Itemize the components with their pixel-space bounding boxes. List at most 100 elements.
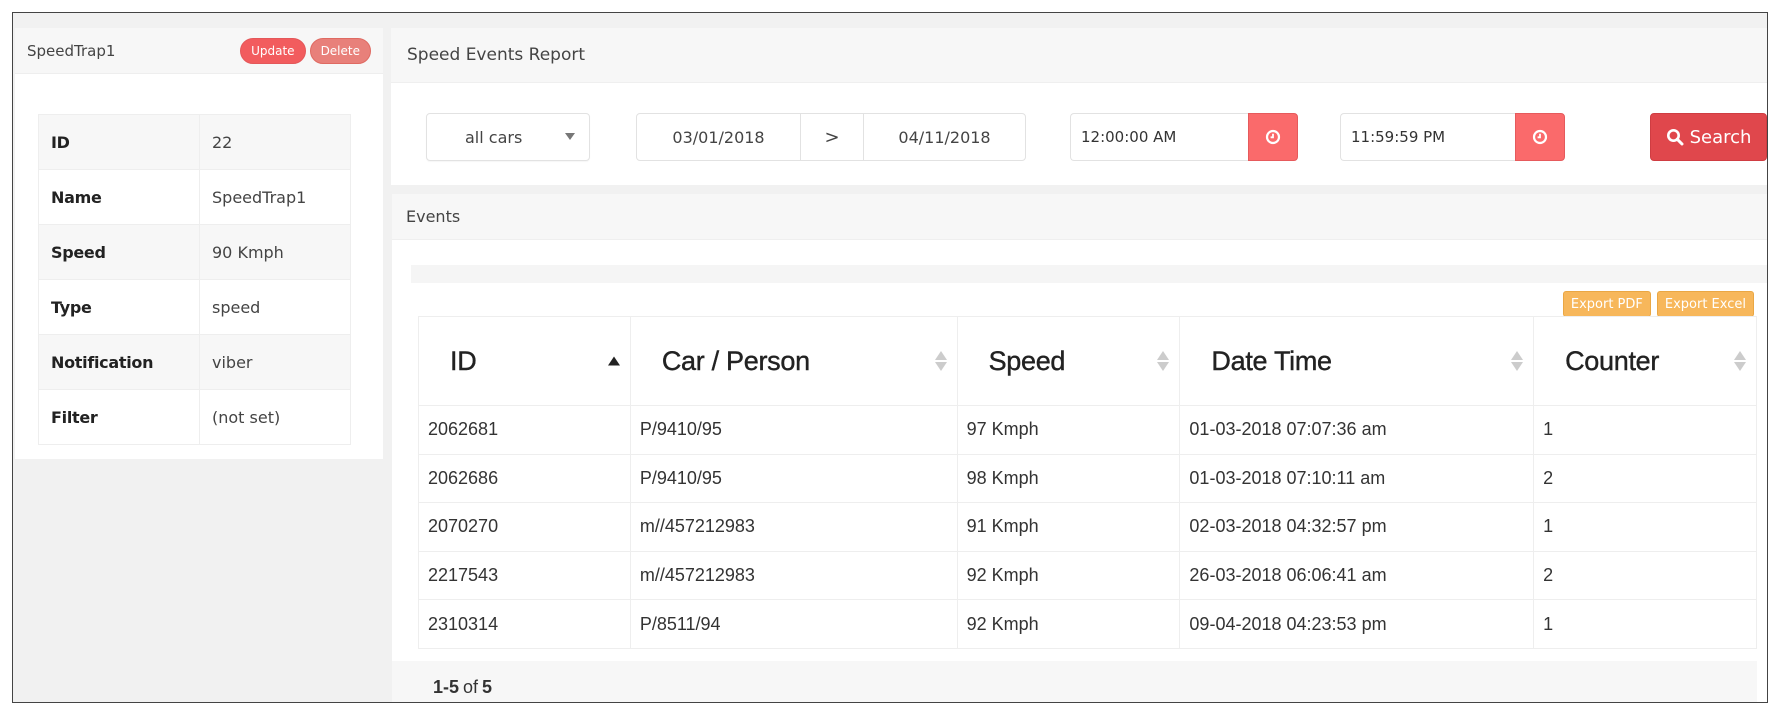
time-from-input[interactable]: 12:00:00 AM (1070, 113, 1248, 161)
time-from-picker: 12:00:00 AM (1070, 113, 1298, 161)
cell-speed: 98 Kmph (956, 453, 1181, 504)
table-row[interactable]: 2062686 P/9410/95 98 Kmph 01-03-2018 07:… (418, 453, 1757, 504)
cell-speed: 97 Kmph (956, 405, 1181, 455)
detail-row: Name SpeedTrap1 (38, 169, 351, 225)
cell-counter: 1 (1533, 405, 1757, 455)
cell-counter: 2 (1533, 453, 1757, 504)
column-header-car-person[interactable]: Car / Person (629, 316, 958, 406)
detail-value: 22 (199, 114, 351, 170)
cell-counter: 1 (1533, 599, 1757, 649)
table-row[interactable]: 2070270 m//457212983 91 Kmph 02-03-2018 … (418, 502, 1757, 552)
column-header-label: Speed (988, 345, 1066, 376)
sort-icon (934, 351, 947, 371)
table-row[interactable]: 2217543 m//457212983 92 Kmph 26-03-2018 … (418, 550, 1757, 601)
pagination-summary: 1-5 of 5 (392, 661, 1757, 702)
detail-value: viber (199, 334, 351, 390)
cell-car-person: P/9410/95 (629, 405, 958, 455)
detail-value: SpeedTrap1 (199, 169, 351, 225)
detail-row: Speed 90 Kmph (38, 224, 351, 280)
detail-value: 90 Kmph (199, 224, 351, 280)
detail-value: (not set) (199, 389, 351, 445)
cell-date-time: 26-03-2018 06:06:41 am (1179, 550, 1535, 601)
events-title: Events (392, 194, 1767, 240)
table-row[interactable]: 2062681 P/9410/95 97 Kmph 01-03-2018 07:… (418, 405, 1757, 455)
export-pdf-button[interactable]: Export PDF (1562, 291, 1651, 317)
cell-id: 2062686 (418, 453, 631, 504)
search-button[interactable]: Search (1650, 113, 1767, 161)
date-to-input[interactable]: 04/11/2018 (864, 114, 1025, 160)
detail-row: ID 22 (38, 114, 351, 170)
time-to-input[interactable]: 11:59:59 PM (1340, 113, 1515, 161)
car-filter-value: all cars (465, 127, 523, 147)
cell-id: 2062681 (418, 405, 631, 455)
detail-value: speed (199, 279, 351, 335)
column-header-label: Date Time (1211, 345, 1332, 376)
detail-key: Name (38, 169, 200, 225)
cell-car-person: P/8511/94 (629, 599, 958, 649)
column-header-label: ID (450, 345, 477, 376)
clock-icon (1265, 129, 1281, 145)
cell-speed: 92 Kmph (956, 599, 1181, 649)
pager-total: 5 (482, 677, 493, 697)
table-toolbar (411, 265, 1767, 283)
detail-key: Type (38, 279, 200, 335)
car-filter-select[interactable]: all cars (426, 113, 590, 161)
cell-date-time: 01-03-2018 07:07:36 am (1179, 405, 1535, 455)
detail-row: Type speed (38, 279, 351, 335)
detail-key: Filter (38, 389, 200, 445)
cell-car-person: m//457212983 (629, 502, 958, 552)
search-icon (1666, 129, 1684, 146)
cell-id: 2217543 (418, 550, 631, 601)
sort-ascending-icon (607, 356, 620, 366)
sort-icon (1511, 351, 1524, 371)
date-range-separator: > (800, 114, 864, 160)
column-header-speed[interactable]: Speed (956, 316, 1181, 406)
clock-icon (1532, 129, 1548, 145)
sort-icon (1734, 351, 1746, 371)
column-header-label: Counter (1565, 345, 1660, 376)
speed-trap-panel: SpeedTrap1 Update Delete ID 22 Name SpeedT… (15, 28, 383, 459)
update-button[interactable]: Update (240, 37, 306, 64)
time-to-picker: 11:59:59 PM (1340, 113, 1565, 161)
cell-car-person: m//457212983 (629, 550, 958, 601)
cell-speed: 92 Kmph (956, 550, 1181, 601)
cell-date-time: 02-03-2018 04:32:57 pm (1179, 502, 1535, 552)
cell-car-person: P/9410/95 (629, 453, 958, 504)
detail-key: Speed (38, 224, 200, 280)
time-from-clock-button[interactable] (1248, 113, 1298, 161)
search-label: Search (1689, 126, 1752, 148)
events-table: ID Car / Person Speed Date Time Counter … (418, 316, 1757, 649)
cell-id: 2310314 (418, 599, 631, 649)
cell-id: 2070270 (418, 502, 631, 552)
pager-range: 1-5 (433, 677, 460, 697)
table-row[interactable]: 2310314 P/8511/94 92 Kmph 09-04-2018 04:… (418, 599, 1757, 649)
date-range-picker: 03/01/2018 > 04/11/2018 (636, 113, 1026, 161)
detail-key: ID (38, 114, 200, 170)
date-from-input[interactable]: 03/01/2018 (637, 114, 800, 160)
pager-of: of (463, 677, 479, 697)
cell-speed: 91 Kmph (956, 502, 1181, 552)
cell-date-time: 01-03-2018 07:10:11 am (1179, 453, 1535, 504)
detail-row: Filter (not set) (38, 389, 351, 445)
filter-bar: all cars 03/01/2018 > 04/11/2018 12:00:0… (391, 83, 1767, 185)
speed-trap-header: SpeedTrap1 Update Delete (15, 28, 383, 74)
speed-events-report-panel: Speed Events Report all cars 03/01/2018 … (391, 28, 1767, 185)
column-header-counter[interactable]: Counter (1533, 316, 1757, 406)
time-to-clock-button[interactable] (1515, 113, 1565, 161)
column-header-id[interactable]: ID (418, 316, 631, 406)
delete-button[interactable]: Delete (309, 37, 371, 64)
events-panel: Events Export PDF Export Excel ID Car / … (392, 194, 1767, 702)
detail-row: Notification viber (38, 334, 351, 390)
app-frame: SpeedTrap1 Update Delete ID 22 Name SpeedT… (12, 12, 1768, 703)
column-header-date-time[interactable]: Date Time (1179, 316, 1535, 406)
speed-trap-details-table: ID 22 Name SpeedTrap1 Speed 90 Kmph Type spe… (38, 114, 351, 445)
cell-date-time: 09-04-2018 04:23:53 pm (1179, 599, 1535, 649)
table-header-row: ID Car / Person Speed Date Time Counter (418, 316, 1757, 406)
speed-trap-title: SpeedTrap1 (27, 41, 116, 60)
export-excel-button[interactable]: Export Excel (1656, 291, 1754, 317)
column-header-label: Car / Person (661, 345, 811, 376)
export-buttons: Export PDF Export Excel (1562, 291, 1754, 317)
cell-counter: 1 (1533, 502, 1757, 552)
cell-counter: 2 (1533, 550, 1757, 601)
detail-key: Notification (38, 334, 200, 390)
